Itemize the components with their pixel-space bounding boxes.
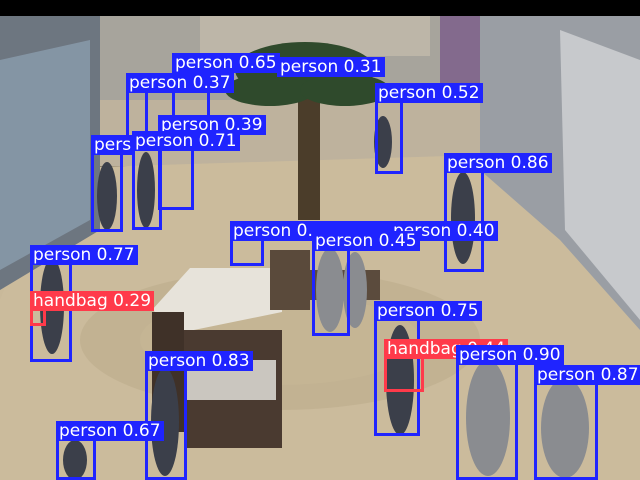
detection-label: person 0.75: [374, 301, 482, 321]
detection-label: person 0.67: [56, 421, 164, 441]
detection-label: pers: [91, 135, 135, 155]
detection-label: person 0.77: [30, 245, 138, 265]
detection-box: handbag 0.29: [30, 291, 155, 326]
detection-label: person 0.71: [132, 131, 240, 151]
mall-scene: person 0.65 person 0.31 person 0.37 pers…: [0, 0, 640, 480]
detection-box: person 0. person 0.40: [230, 221, 498, 266]
detection-label: person 0.45: [312, 231, 420, 251]
detection-label: person 0.65: [172, 53, 280, 73]
detection-label: person 0.90: [456, 345, 564, 365]
detection-label: person 0.37: [126, 73, 234, 93]
detection-box: person 0.90: [456, 345, 564, 480]
detection-box: pers: [91, 135, 135, 232]
detection-label: person 0.86: [444, 153, 552, 173]
detection-label: person 0.87: [534, 365, 640, 385]
detection-box: handbag 0.44: [384, 339, 509, 392]
detection-box: person 0.45: [312, 231, 420, 336]
detection-box: person 0.67: [56, 421, 164, 480]
detection-box: person 0.52: [375, 83, 483, 174]
detection-label: handbag 0.29: [30, 291, 155, 311]
detection-label: person 0.31: [277, 57, 385, 77]
detection-box: person 0.87: [534, 365, 640, 480]
detection-label: person 0.52: [375, 83, 483, 103]
detection-label: person 0.83: [145, 351, 253, 371]
detection-box: person 0.71: [132, 131, 240, 230]
